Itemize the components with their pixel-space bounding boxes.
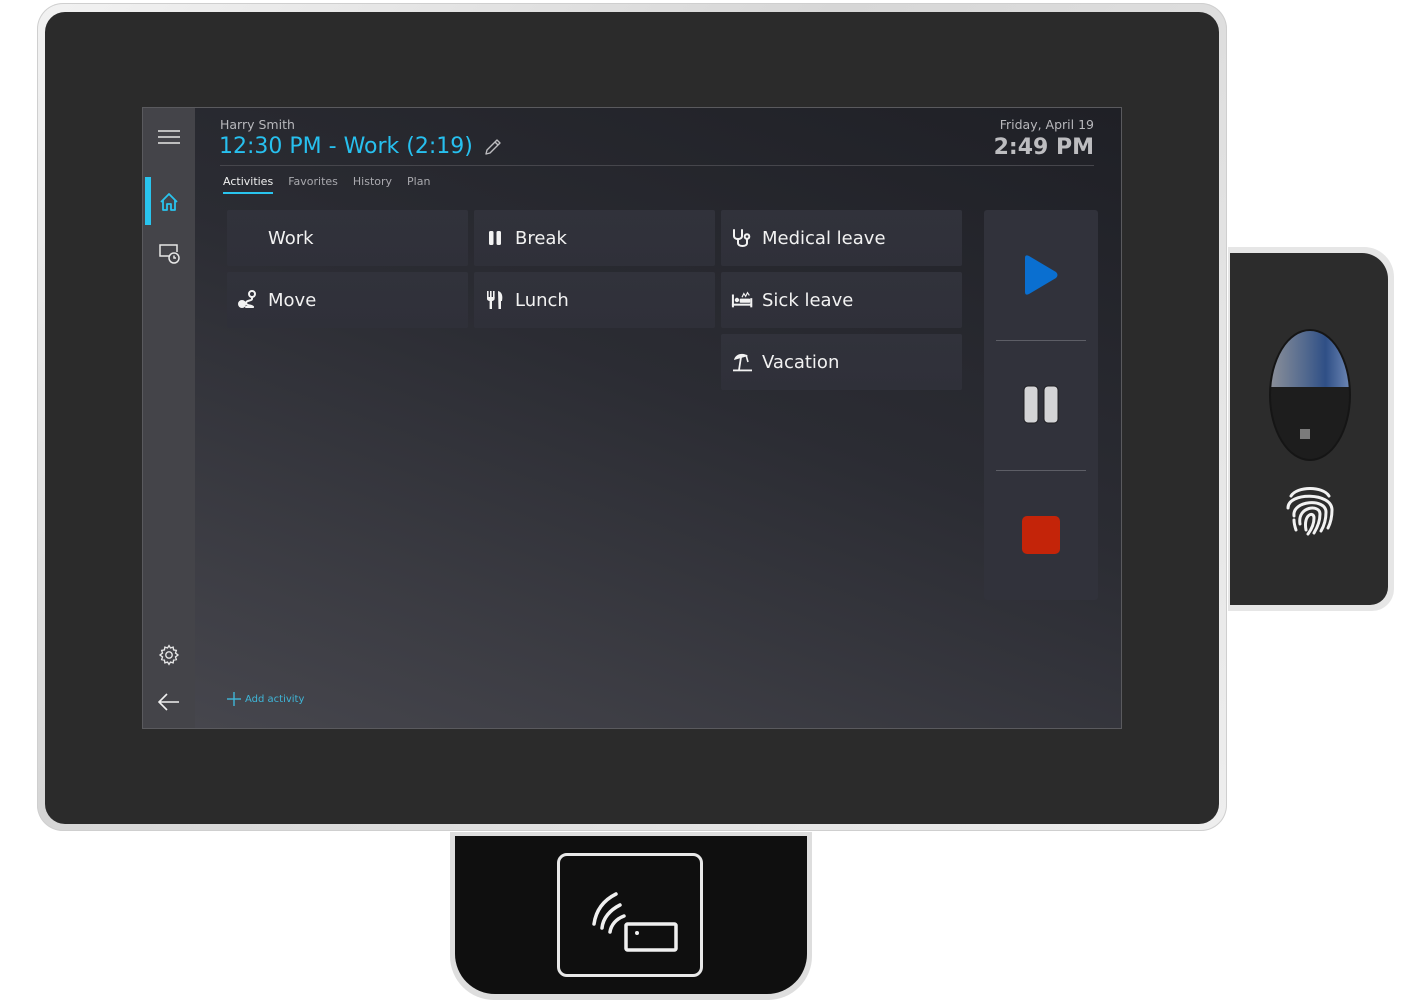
play-icon	[1025, 255, 1058, 295]
tab-activities[interactable]: Activities	[223, 175, 274, 194]
activity-move[interactable]: Move	[227, 272, 468, 328]
activity-label: Move	[268, 289, 317, 311]
route-icon	[238, 290, 256, 308]
pause-icon	[1023, 385, 1059, 424]
pause-button[interactable]	[984, 340, 1098, 470]
activity-label: Work	[268, 227, 314, 249]
back-button[interactable]	[143, 680, 195, 724]
current-date: Friday, April 19	[999, 117, 1094, 132]
fork-knife-icon	[487, 291, 503, 309]
activity-sick-leave[interactable]: Sick leave	[721, 272, 962, 328]
activity-work[interactable]: Work	[227, 210, 468, 266]
fingerprint-icon[interactable]	[1283, 480, 1337, 536]
sidebar-item-home[interactable]	[143, 180, 195, 224]
camera-lens	[1271, 331, 1349, 387]
arrow-left-icon	[158, 693, 179, 711]
tab-bar: Activities Favorites History Plan	[223, 175, 430, 194]
activity-label: Sick leave	[762, 289, 854, 311]
pause-icon	[489, 231, 501, 245]
activity-lunch[interactable]: Lunch	[474, 272, 715, 328]
pencil-edit-icon[interactable]	[483, 137, 503, 157]
nfc-card-reader-icon	[592, 892, 678, 952]
current-time: 2:49 PM	[993, 135, 1094, 160]
activity-vacation[interactable]: Vacation	[721, 334, 962, 390]
monitor-clock-icon	[159, 244, 180, 264]
tab-history[interactable]: History	[353, 175, 392, 194]
add-activity-label: Add activity	[245, 693, 305, 705]
activity-grid: Work Break Medical leave Move Lunch Sick…	[227, 210, 962, 390]
current-status-text: 12:30 PM - Work (2:19)	[219, 134, 473, 159]
work-icon-placeholder	[237, 227, 259, 249]
stop-button[interactable]	[984, 470, 1098, 600]
activity-label: Lunch	[515, 289, 569, 311]
activity-medical-leave[interactable]: Medical leave	[721, 210, 962, 266]
activity-label: Break	[515, 227, 567, 249]
activity-break[interactable]: Break	[474, 210, 715, 266]
sidebar-item-timesheet[interactable]	[143, 231, 195, 275]
beach-umbrella-icon	[733, 353, 752, 372]
current-status: 12:30 PM - Work (2:19)	[219, 134, 503, 159]
hamburger-menu-icon	[158, 130, 180, 144]
stop-icon	[1022, 516, 1060, 554]
start-button[interactable]	[984, 210, 1098, 340]
tab-plan[interactable]: Plan	[407, 175, 430, 194]
add-activity-button[interactable]: Add activity	[227, 692, 304, 706]
sidebar-item-settings[interactable]	[143, 633, 195, 677]
activity-label: Medical leave	[762, 227, 886, 249]
gear-icon	[158, 644, 180, 666]
sidebar	[143, 108, 195, 728]
home-icon	[160, 193, 178, 211]
time-control-panel	[984, 210, 1098, 600]
user-name: Harry Smith	[220, 117, 295, 132]
header-divider	[220, 165, 1094, 166]
app-screen: Harry Smith 12:30 PM - Work (2:19) Frida…	[142, 107, 1122, 729]
plus-icon	[227, 692, 241, 706]
camera-ir-dot	[1300, 429, 1310, 439]
camera-sensor	[1271, 331, 1349, 459]
stethoscope-icon	[733, 229, 751, 247]
tab-favorites[interactable]: Favorites	[288, 175, 338, 194]
sick-bed-icon	[731, 291, 753, 308]
activity-label: Vacation	[762, 351, 840, 373]
menu-button[interactable]	[143, 115, 195, 159]
